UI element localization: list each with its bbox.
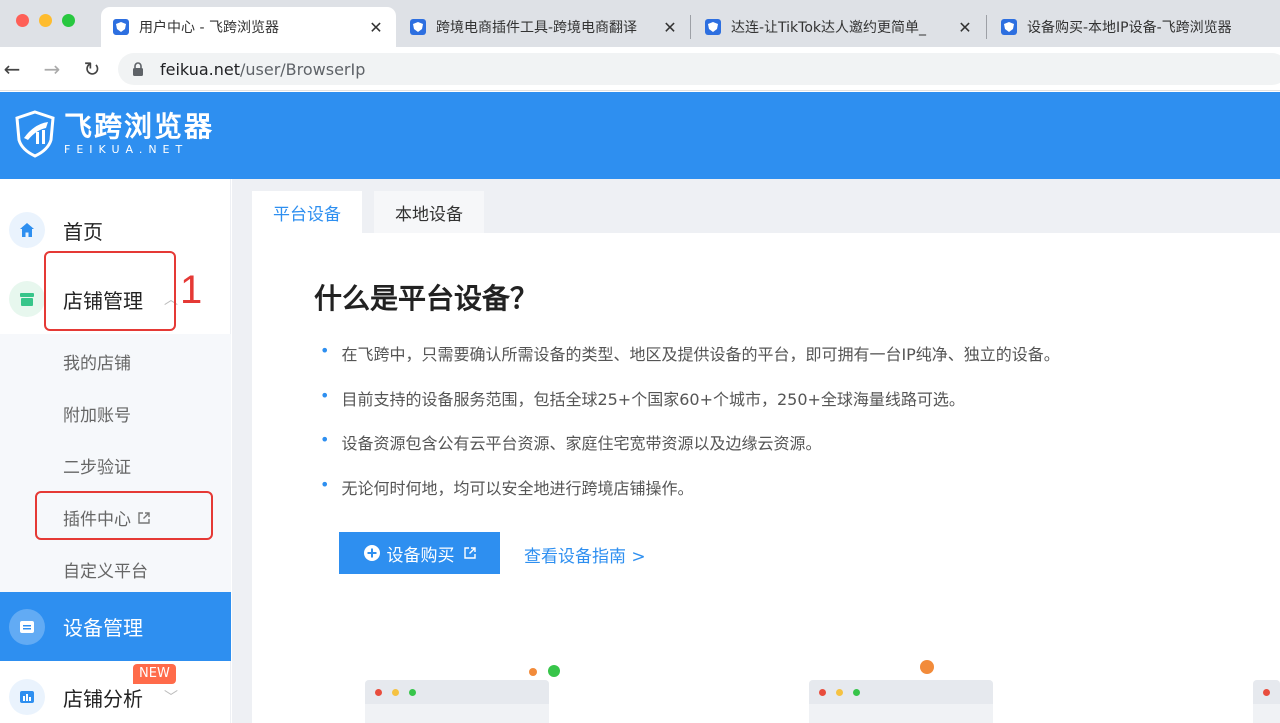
browser-address-bar: ← → ↻ feikua.net/user/BrowserIp (0, 47, 1280, 91)
shop-submenu: 我的店铺 附加账号 二步验证 插件中心 自定义平台 (0, 334, 231, 592)
tab-local-devices[interactable]: 本地设备 (374, 191, 484, 233)
sidebar-item-label: 店铺分析 (63, 686, 143, 711)
list-item: • 目前支持的设备服务范围，包括全球25+个国家60+个城市，250+全球海量线路… (320, 385, 965, 409)
tab-close-icon[interactable]: ✕ (368, 18, 384, 37)
sidebar-item-device-manage[interactable]: 设备管理 (0, 592, 231, 661)
device-tabs: 平台设备 本地设备 (252, 191, 496, 233)
info-panel: 什么是平台设备？ • 在飞跨中，只需要确认所需设备的类型、地区及提供设备的平台，即… (252, 233, 1280, 723)
sidebar-item-extra-accounts[interactable]: 附加账号 (63, 401, 131, 426)
bullet-dot-icon: • (320, 385, 330, 405)
main-content: 平台设备 本地设备 什么是平台设备？ • 在飞跨中，只需要确认所需设备的类型、地区… (232, 179, 1280, 723)
decor-dot (529, 668, 537, 676)
sidebar-item-two-step[interactable]: 二步验证 (63, 453, 131, 478)
tab-title: 设备购买-本地IP设备-飞跨浏览器 (1027, 20, 1232, 36)
page-title: 什么是平台设备？ (314, 282, 539, 315)
url-host: feikua.net (160, 59, 240, 79)
bullet-dot-icon: • (320, 341, 330, 360)
maximize-window-button[interactable] (62, 14, 75, 27)
decor-dot (548, 665, 560, 677)
tab-title: 用户中心 - 飞跨浏览器 (139, 20, 279, 36)
list-item: • 无论何时何地，均可以安全地进行跨境店铺操作。 (320, 474, 694, 498)
tab-title: 跨境电商插件工具-跨境电商翻译 (436, 20, 638, 36)
site-header: 飞跨浏览器 FEIKUA.NET (0, 92, 1280, 179)
annotation-box-1 (44, 251, 176, 331)
site-logo[interactable]: 飞跨浏览器 FEIKUA.NET (14, 110, 214, 158)
annotation-box-2 (35, 491, 213, 540)
browser-tab-2[interactable]: 跨境电商插件工具-跨境电商翻译 ✕ (398, 7, 690, 47)
list-item: • 设备资源包含公有云平台资源、家庭住宅宽带资源以及边缘云资源。 (320, 430, 822, 453)
illustration-window (365, 680, 549, 723)
logo-name: 飞跨浏览器 (64, 110, 215, 143)
illustration-window (809, 680, 993, 723)
feikua-favicon-icon (705, 19, 721, 35)
feikua-favicon-icon (113, 19, 129, 35)
bullet-dot-icon: • (320, 474, 330, 494)
sidebar-item-label: 首页 (63, 219, 103, 244)
sidebar-item-my-shops[interactable]: 我的店铺 (63, 349, 131, 374)
device-icon (9, 608, 45, 645)
feikua-favicon-icon (1001, 19, 1017, 35)
external-link-icon (463, 547, 476, 559)
lock-icon (133, 62, 143, 76)
back-arrow-icon[interactable]: ← (0, 57, 24, 81)
reload-icon[interactable]: ↻ (80, 57, 104, 81)
tab-title: 达连-让TikTok达人邀约更简单_ (731, 20, 927, 36)
forward-arrow-icon[interactable]: → (40, 57, 64, 81)
buy-device-label: 设备购买 (386, 545, 455, 565)
close-window-button[interactable] (16, 14, 29, 27)
tab-separator (690, 15, 691, 39)
browser-tab-1[interactable]: 用户中心 - 飞跨浏览器 ✕ (101, 7, 396, 47)
buy-device-button[interactable]: 设备购买 (339, 532, 500, 574)
plus-circle-icon (363, 545, 380, 561)
tab-platform-devices[interactable]: 平台设备 (252, 191, 362, 233)
sidebar-item-shop-analysis[interactable]: 店铺分析 ﹀ (0, 668, 231, 723)
logo-subtitle: FEIKUA.NET (64, 143, 189, 156)
home-icon (9, 212, 45, 248)
chevron-down-icon[interactable]: ﹀ (164, 687, 178, 707)
sidebar-item-custom-platform[interactable]: 自定义平台 (63, 557, 148, 582)
illustration-window (1253, 680, 1280, 723)
minimize-window-button[interactable] (39, 14, 52, 27)
tab-close-icon[interactable]: ✕ (662, 18, 678, 37)
decor-dot (920, 660, 934, 674)
browser-tab-4[interactable]: 设备购买-本地IP设备-飞跨浏览器 (989, 7, 1280, 47)
browser-tab-3[interactable]: 达连-让TikTok达人邀约更简单_ ✕ (693, 7, 985, 47)
url-path: /user/BrowserIp (239, 59, 366, 79)
sidebar-item-label: 设备管理 (63, 616, 143, 640)
store-icon (9, 281, 45, 317)
tab-close-icon[interactable]: ✕ (957, 18, 973, 37)
browser-tab-bar: 用户中心 - 飞跨浏览器 ✕ 跨境电商插件工具-跨境电商翻译 ✕ 达连-让Tik… (0, 0, 1280, 47)
bullet-dot-icon: • (320, 430, 330, 449)
device-guide-link[interactable]: 查看设备指南 > (524, 542, 646, 567)
shield-logo-icon (15, 110, 55, 158)
tab-separator (986, 15, 987, 39)
annotation-number-1: 1 (180, 268, 203, 312)
list-item: • 在飞跨中，只需要确认所需设备的类型、地区及提供设备的平台，即可拥有一台IP纯净… (320, 341, 1060, 364)
feature-list: • 在飞跨中，只需要确认所需设备的类型、地区及提供设备的平台，即可拥有一台IP纯净… (320, 341, 1060, 519)
feikua-favicon-icon (410, 19, 426, 35)
analytics-icon (9, 679, 45, 715)
url-bar[interactable]: feikua.net/user/BrowserIp (118, 53, 1280, 85)
